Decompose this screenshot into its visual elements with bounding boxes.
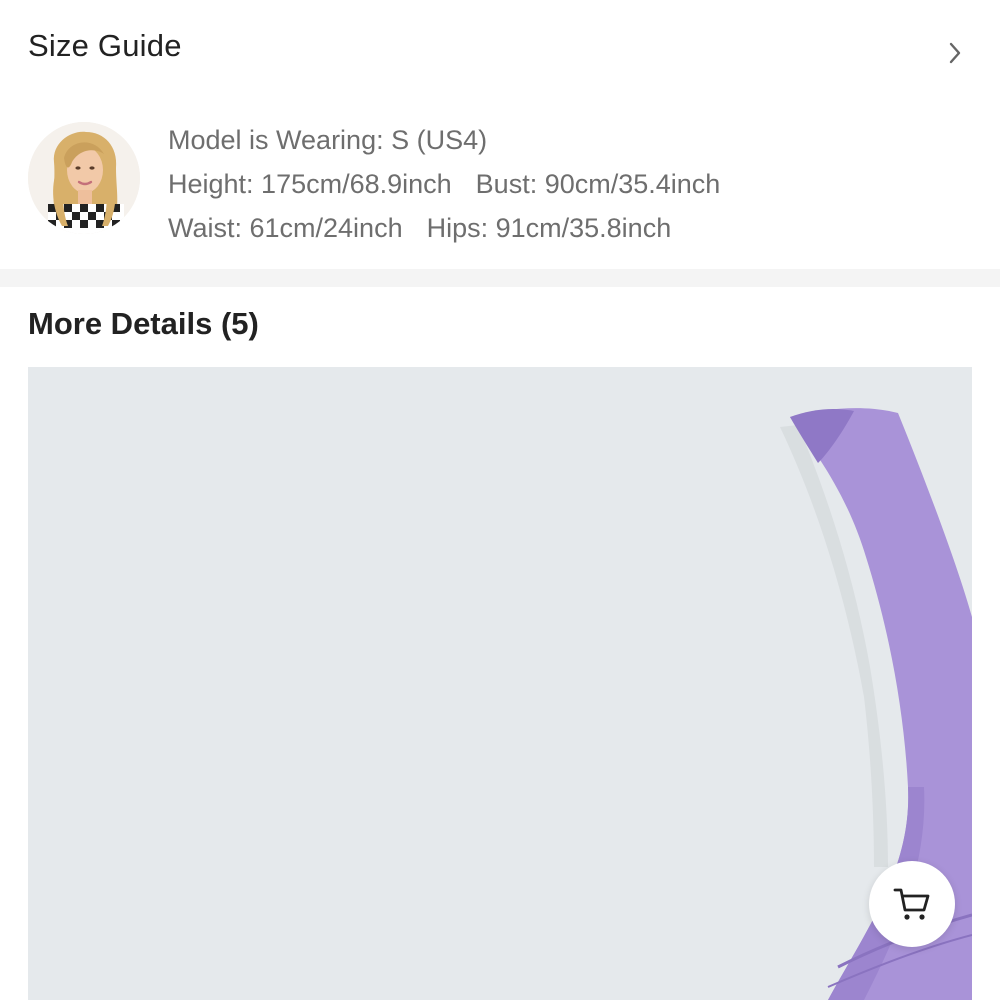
add-to-cart-button[interactable] xyxy=(869,861,955,947)
model-wearing-size: Model is Wearing: S (US4) xyxy=(168,125,488,155)
shopping-cart-icon xyxy=(893,888,930,920)
model-height: Height: 175cm/68.9inch xyxy=(168,169,452,199)
model-info: Model is Wearing: S (US4) Height: 175cm/… xyxy=(0,110,1000,260)
chevron-right-icon[interactable] xyxy=(944,42,966,64)
height-bust-line: Height: 175cm/68.9inch Bust: 90cm/35.4inc… xyxy=(168,166,720,210)
product-image[interactable] xyxy=(28,367,972,1000)
model-measurements: Model is Wearing: S (US4) Height: 175cm/… xyxy=(168,122,720,254)
size-guide-title: Size Guide xyxy=(28,28,182,63)
model-waist: Waist: 61cm/24inch xyxy=(168,213,403,243)
model-avatar xyxy=(28,122,140,234)
more-details-title: More Details (5) xyxy=(28,306,259,341)
model-hips: Hips: 91cm/35.8inch xyxy=(426,213,672,243)
waist-hips-line: Waist: 61cm/24inch Hips: 91cm/35.8inch xyxy=(168,210,720,254)
section-divider xyxy=(0,269,1000,287)
model-bust: Bust: 90cm/35.4inch xyxy=(475,169,721,199)
size-guide-row[interactable]: Size Guide xyxy=(0,0,1000,100)
